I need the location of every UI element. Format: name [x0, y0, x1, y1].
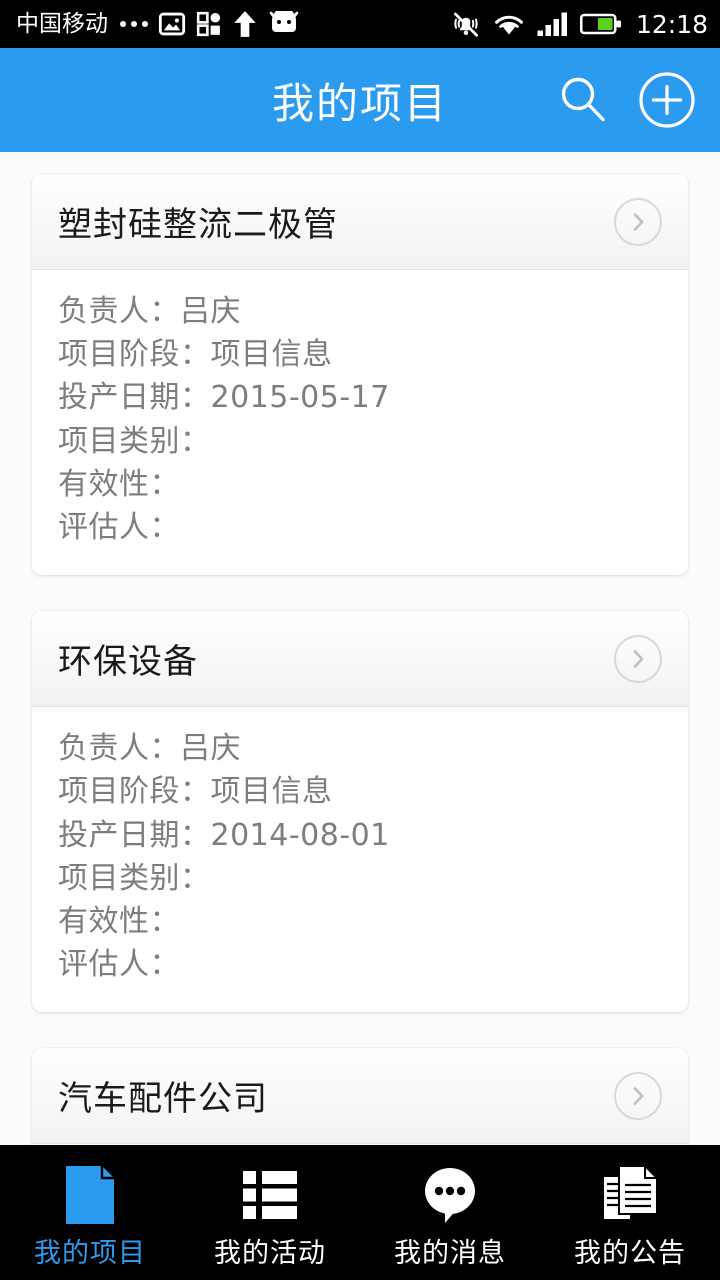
apps-icon [196, 11, 221, 37]
clock-label: 12:18 [635, 9, 708, 39]
app-header: 我的项目 [0, 48, 720, 152]
search-icon [561, 77, 605, 122]
nav-label: 我的消息 [394, 1238, 506, 1269]
nav-label: 我的活动 [214, 1238, 326, 1269]
image-icon [158, 12, 186, 36]
project-card-body: 负责人：吕庆 项目阶段：项目信息 投产日期：2014-08-01 项目类别： 有… [32, 707, 688, 1013]
documents-stack-icon [601, 1164, 659, 1226]
nav-item-my-activities[interactable]: 我的活动 [180, 1145, 360, 1280]
chevron-glyph [633, 649, 644, 668]
upload-arrow-icon [234, 11, 256, 37]
project-card-body [32, 1144, 688, 1145]
nav-item-my-messages[interactable]: 我的消息 [360, 1145, 540, 1280]
chevron-glyph [633, 212, 644, 231]
status-bar-left: 中国移动 [16, 10, 300, 38]
project-title: 环保设备 [58, 642, 198, 683]
detail-owner: 负责人：吕庆 [58, 731, 241, 767]
project-card[interactable]: 塑封硅整流二极管 负责人：吕庆 项目阶段：项目信息 投产日期：2015-05-1… [32, 174, 688, 576]
header-actions [554, 71, 696, 129]
detail-validity: 有效性： [58, 466, 180, 502]
nav-item-my-announcements[interactable]: 我的公告 [540, 1145, 720, 1280]
detail-assessor: 评估人： [58, 509, 180, 545]
detail-validity: 有效性： [58, 903, 180, 939]
project-card[interactable]: 汽车配件公司 [32, 1048, 688, 1145]
search-button[interactable] [554, 71, 612, 129]
project-card-header[interactable]: 汽车配件公司 [32, 1048, 688, 1145]
document-icon [62, 1164, 118, 1226]
chevron-right-icon[interactable] [614, 634, 662, 683]
project-card-header[interactable]: 环保设备 [32, 611, 688, 708]
detail-category: 项目类别： [58, 423, 211, 459]
project-title: 塑封硅整流二极管 [58, 205, 338, 245]
detail-launch-date: 投产日期：2015-05-17 [58, 380, 390, 416]
silent-bell-icon [453, 12, 478, 37]
project-card-header[interactable]: 塑封硅整流二极管 [32, 174, 688, 270]
status-bar-right: 12:18 [451, 9, 708, 39]
project-card-body: 负责人：吕庆 项目阶段：项目信息 投产日期：2015-05-17 项目类别： 有… [32, 270, 688, 576]
android-robot-icon [269, 11, 299, 32]
nav-label: 我的项目 [34, 1238, 146, 1269]
list-icon [242, 1164, 298, 1226]
app-root: 中国移动 12:18 我的项目 塑封硅整流二极管 负责人：吕庆 项目阶段：项目信… [0, 0, 720, 1280]
add-circle-icon [639, 72, 695, 128]
detail-stage: 项目阶段：项目信息 [58, 774, 333, 810]
more-dots-icon [120, 21, 148, 27]
status-bar: 中国移动 12:18 [0, 0, 720, 48]
wifi-icon [495, 15, 523, 35]
detail-category: 项目类别： [58, 860, 211, 896]
detail-stage: 项目阶段：项目信息 [58, 337, 333, 373]
chevron-glyph [633, 1086, 644, 1105]
add-button[interactable] [638, 71, 696, 129]
signal-icon [537, 12, 567, 36]
project-card[interactable]: 环保设备 负责人：吕庆 项目阶段：项目信息 投产日期：2014-08-01 项目… [32, 611, 688, 1013]
carrier-label: 中国移动 [16, 10, 108, 37]
detail-assessor: 评估人： [58, 947, 180, 983]
chevron-right-icon[interactable] [614, 1071, 662, 1120]
detail-launch-date: 投产日期：2014-08-01 [58, 817, 390, 853]
chevron-right-icon[interactable] [614, 197, 662, 246]
nav-item-my-projects[interactable]: 我的项目 [0, 1145, 180, 1280]
detail-owner: 负责人：吕庆 [58, 294, 241, 329]
chat-bubble-icon [421, 1164, 479, 1226]
project-list[interactable]: 塑封硅整流二极管 负责人：吕庆 项目阶段：项目信息 投产日期：2015-05-1… [0, 152, 720, 1145]
battery-icon [579, 13, 621, 35]
project-title: 汽车配件公司 [58, 1079, 268, 1120]
bottom-navigation: 我的项目 我的活动 我的消息 我的公告 [0, 1145, 720, 1280]
nav-label: 我的公告 [574, 1238, 686, 1269]
